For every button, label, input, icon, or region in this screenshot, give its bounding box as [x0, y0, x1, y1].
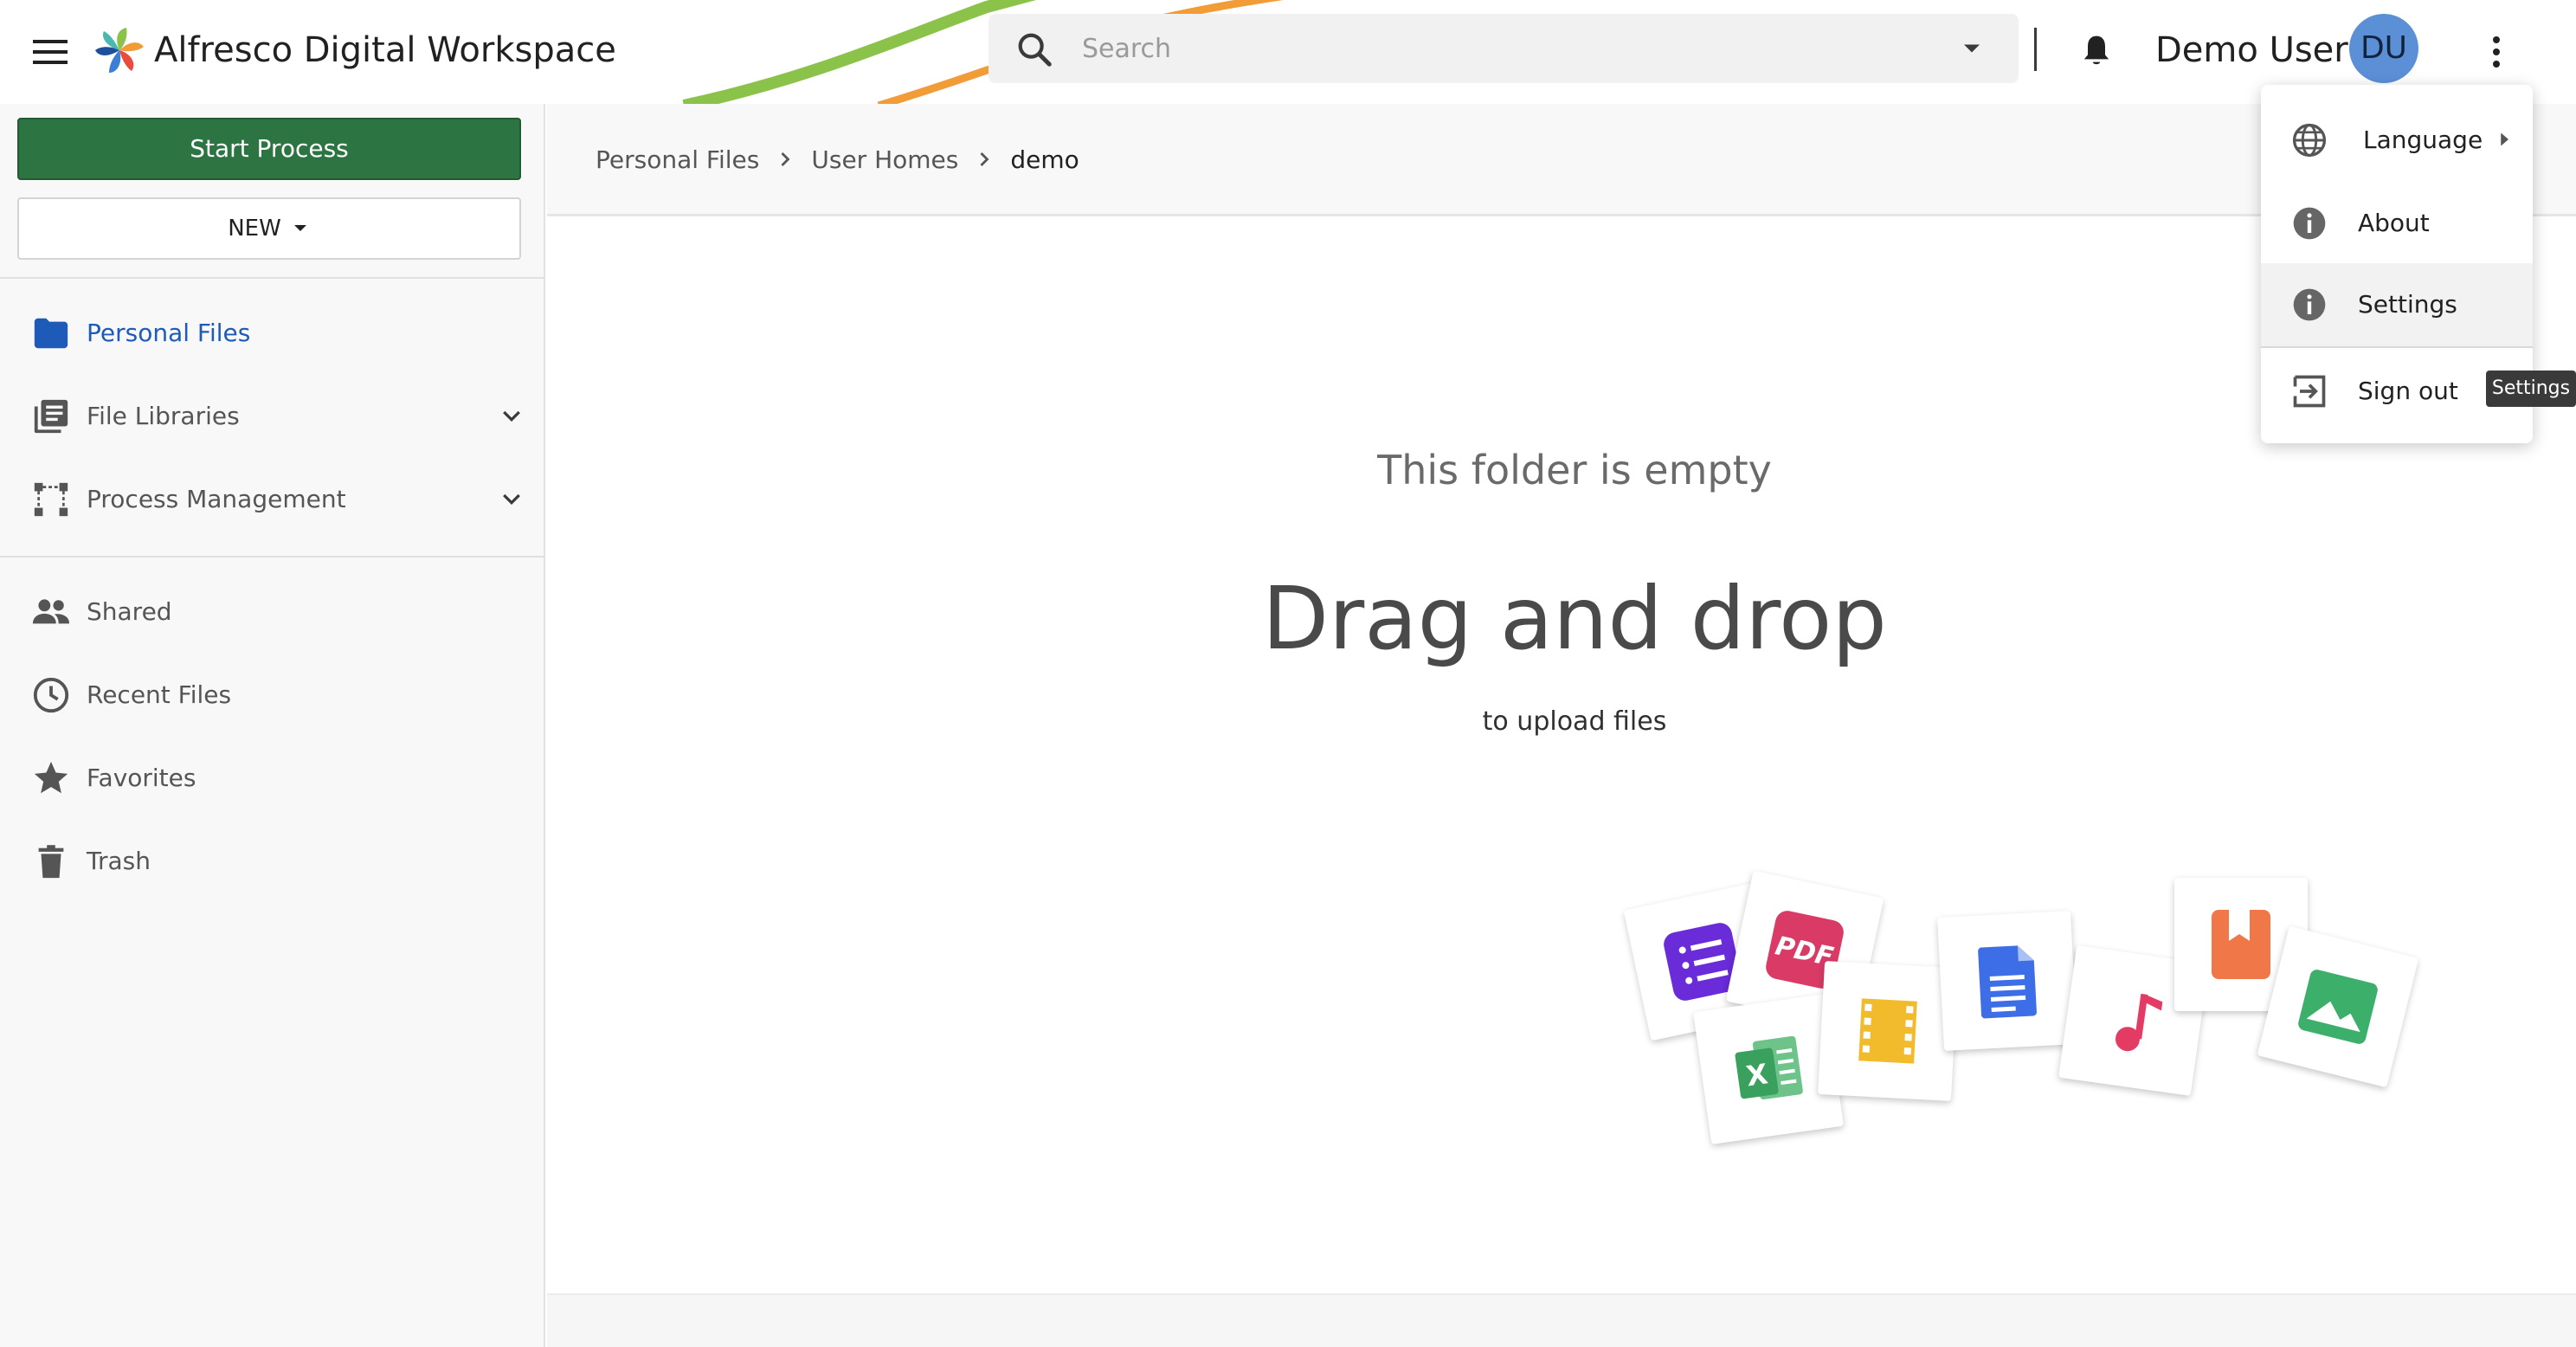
file-card-video	[1818, 961, 1958, 1101]
sign-out-icon	[2293, 375, 2326, 408]
image-icon	[2298, 970, 2378, 1044]
sidebar-divider	[0, 277, 545, 279]
menu-item-label: Sign out	[2358, 377, 2458, 405]
video-icon	[1858, 998, 1917, 1064]
user-name[interactable]: Demo User	[2155, 26, 2348, 74]
user-avatar[interactable]: DU	[2349, 14, 2418, 83]
clock-icon	[33, 677, 69, 713]
sidebar-item-favorites[interactable]: Favorites	[0, 739, 545, 817]
sidebar-divider	[0, 556, 545, 557]
sidebar: Start Process NEW Personal Files File Li…	[0, 104, 545, 1347]
breadcrumb-item-user-homes[interactable]: User Homes	[811, 145, 958, 174]
chevron-down-icon[interactable]	[499, 487, 525, 512]
notifications-button[interactable]	[2072, 28, 2121, 76]
search-input[interactable]	[1082, 26, 1948, 71]
breadcrumb-item-personal-files[interactable]: Personal Files	[596, 145, 759, 174]
start-process-button[interactable]: Start Process	[17, 118, 521, 180]
menu-item-language[interactable]: Language	[2261, 99, 2533, 182]
folder-icon	[34, 318, 68, 349]
sidebar-item-label: Process Management	[87, 485, 346, 513]
info-icon	[2293, 288, 2326, 321]
new-button[interactable]: NEW	[17, 197, 521, 260]
menu-item-label: Language	[2363, 126, 2483, 154]
empty-state-title: This folder is empty	[1377, 447, 1772, 493]
file-type-illustration: PDF X	[1065, 770, 2419, 1186]
sidebar-item-label: Shared	[87, 597, 172, 626]
chevron-right-icon	[980, 152, 989, 166]
sidebar-item-label: Favorites	[87, 764, 196, 792]
sidebar-item-personal-files[interactable]: Personal Files	[0, 294, 545, 372]
music-icon	[2115, 993, 2163, 1052]
app-header: Alfresco Digital Workspace Demo User DU	[0, 0, 2576, 104]
sidebar-item-label: Recent Files	[87, 680, 232, 709]
menu-item-label: About	[2358, 209, 2430, 237]
menu-icon	[33, 40, 68, 64]
people-icon	[32, 599, 70, 624]
trash-icon	[38, 845, 64, 879]
library-icon	[34, 399, 68, 434]
alfresco-logo	[95, 28, 144, 73]
sidebar-item-label: File Libraries	[87, 402, 240, 430]
sidebar-item-process-management[interactable]: Process Management	[0, 461, 545, 538]
menu-item-settings[interactable]: Settings	[2261, 263, 2533, 346]
globe-icon	[2292, 123, 2327, 158]
search-options-dropdown-icon[interactable]	[1956, 33, 1987, 64]
info-icon	[2293, 207, 2326, 240]
process-icon	[34, 482, 68, 517]
sidebar-item-recent-files[interactable]: Recent Files	[0, 656, 545, 734]
sidebar-item-label: Trash	[87, 847, 151, 875]
breadcrumb-item-current: demo	[1010, 145, 1079, 174]
content-footer	[547, 1293, 2576, 1347]
menu-item-about[interactable]: About	[2261, 182, 2533, 265]
breadcrumb: Personal Files User Homes demo	[596, 142, 1079, 177]
app-title: Alfresco Digital Workspace	[154, 30, 616, 70]
menu-item-label: Settings	[2358, 290, 2457, 319]
file-card-document	[1937, 911, 2077, 1051]
more-vert-icon	[2493, 36, 2500, 68]
search-icon	[1018, 33, 1052, 67]
spreadsheet-icon: X	[1735, 1035, 1803, 1100]
dropdown-arrow-icon	[293, 225, 306, 231]
app-root: Alfresco Digital Workspace Demo User DU	[0, 0, 2576, 1347]
bookmark-icon	[2212, 910, 2270, 979]
new-button-label: NEW	[228, 216, 281, 242]
search-bar[interactable]	[989, 14, 2019, 83]
sidebar-item-label: Personal Files	[87, 319, 251, 347]
main-menu-button[interactable]	[24, 26, 76, 78]
chevron-right-icon	[781, 152, 790, 166]
chevron-down-icon[interactable]	[499, 403, 525, 429]
star-icon	[34, 761, 68, 794]
more-options-button[interactable]	[2472, 28, 2521, 76]
sidebar-item-shared[interactable]: Shared	[0, 573, 545, 651]
menu-divider	[2261, 346, 2533, 348]
bell-icon	[2083, 35, 2109, 65]
sidebar-item-file-libraries[interactable]: File Libraries	[0, 377, 545, 455]
submenu-arrow-icon	[2501, 132, 2508, 146]
document-icon	[1978, 945, 2037, 1019]
empty-state-subtitle: to upload files	[1482, 706, 1667, 737]
settings-tooltip: Settings	[2486, 371, 2576, 407]
header-divider	[2034, 28, 2037, 71]
sidebar-item-trash[interactable]: Trash	[0, 822, 545, 900]
empty-state-headline: Drag and drop	[1262, 568, 1887, 669]
